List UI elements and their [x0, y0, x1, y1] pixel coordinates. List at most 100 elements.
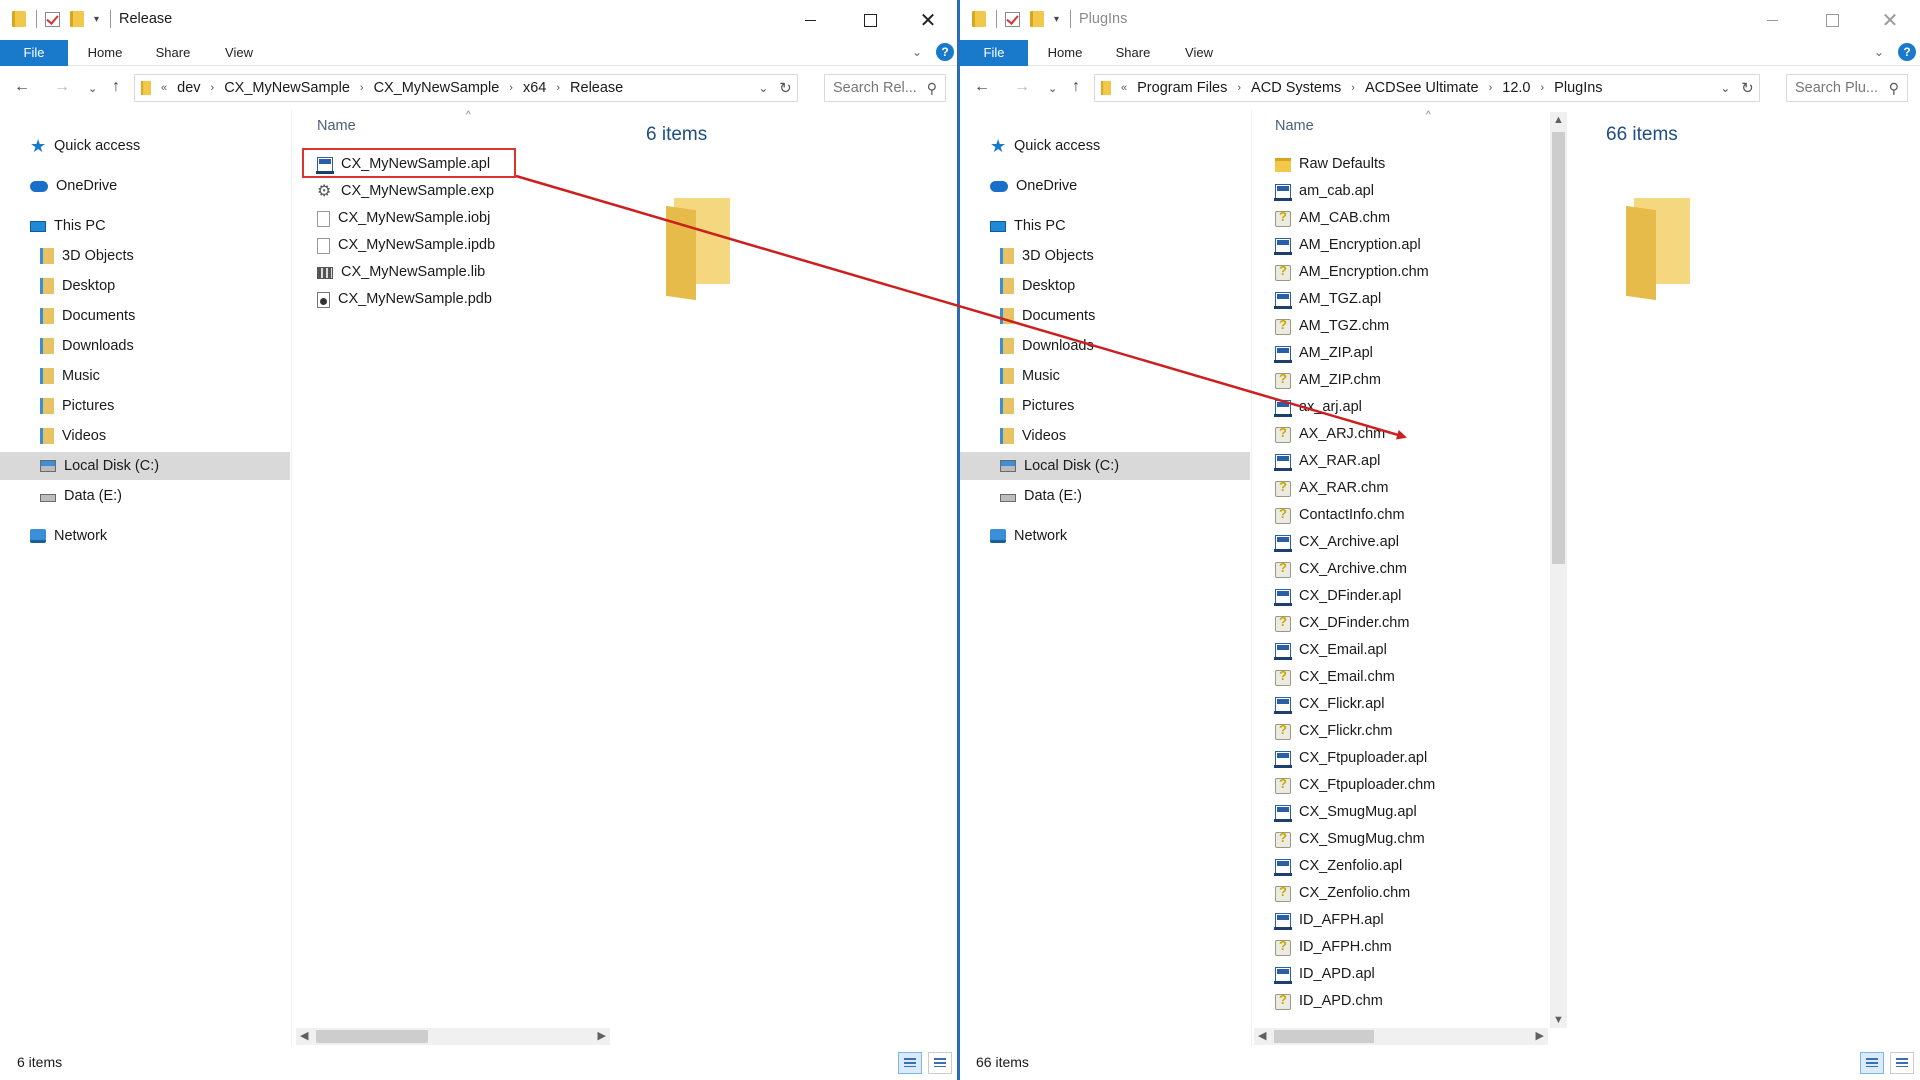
sidebar-item-pictures[interactable]: Pictures — [1000, 392, 1074, 420]
overflow-icon[interactable]: « — [161, 82, 167, 94]
chevron-right-icon[interactable]: › — [509, 82, 513, 94]
tab-view[interactable]: View — [214, 40, 264, 66]
large-icons-view-icon[interactable] — [928, 1052, 952, 1074]
sidebar-item-local-disk-c[interactable]: Local Disk (C:) — [0, 452, 290, 480]
list-item[interactable]: CX_MyNewSample.lib — [317, 259, 485, 286]
sidebar-item-music[interactable]: Music — [1000, 362, 1060, 390]
chevron-right-icon[interactable]: › — [1489, 82, 1493, 94]
column-header-name[interactable]: Name — [317, 118, 356, 134]
list-item[interactable]: ax_arj.apl — [1274, 394, 1362, 421]
sidebar-item-this-pc[interactable]: This PC — [30, 212, 106, 240]
list-item[interactable]: AX_RAR.apl — [1274, 448, 1380, 475]
list-item[interactable]: CX_DFinder.apl — [1274, 583, 1401, 610]
properties-icon[interactable] — [1005, 11, 1020, 27]
list-item[interactable]: CX_Flickr.chm — [1275, 718, 1392, 745]
sidebar-item-data-e[interactable]: Data (E:) — [1000, 482, 1082, 510]
breadcrumb-item[interactable]: Release — [570, 80, 623, 96]
sidebar-item-network[interactable]: Network — [990, 522, 1067, 550]
scroll-left-icon[interactable]: ◀ — [300, 1028, 308, 1045]
search-input[interactable]: Search Plu... ⚲ — [1786, 74, 1908, 102]
refresh-icon[interactable]: ↻ — [1741, 79, 1754, 97]
chevron-down-icon[interactable]: ▾ — [94, 14, 104, 25]
recent-locations-icon[interactable]: ⌄ — [88, 82, 97, 95]
sidebar-item-3d-objects[interactable]: 3D Objects — [40, 242, 134, 270]
sidebar-item-music[interactable]: Music — [40, 362, 100, 390]
list-item[interactable]: AM_Encryption.apl — [1274, 232, 1421, 259]
sidebar-item-downloads[interactable]: Downloads — [1000, 332, 1094, 360]
tab-home[interactable]: Home — [1040, 40, 1090, 66]
chevron-right-icon[interactable]: › — [1541, 82, 1545, 94]
list-item[interactable]: CX_SmugMug.apl — [1274, 799, 1417, 826]
new-folder-icon[interactable] — [1030, 11, 1044, 27]
breadcrumb-item[interactable]: Program Files — [1137, 80, 1227, 96]
back-arrow-icon[interactable]: ← — [14, 78, 30, 96]
chevron-down-icon[interactable]: ▾ — [1054, 14, 1064, 25]
refresh-icon[interactable]: ↻ — [779, 79, 792, 97]
sidebar-item-this-pc[interactable]: This PC — [990, 212, 1066, 240]
breadcrumb-item[interactable]: ACDSee Ultimate — [1365, 80, 1479, 96]
list-item[interactable]: CX_Zenfolio.chm — [1275, 880, 1410, 907]
horizontal-scrollbar[interactable]: ◀ ▶ — [296, 1028, 610, 1045]
scroll-left-icon[interactable]: ◀ — [1258, 1028, 1266, 1045]
tab-share[interactable]: Share — [1108, 40, 1158, 66]
list-item[interactable]: AM_ZIP.apl — [1274, 340, 1373, 367]
sidebar-item-desktop[interactable]: Desktop — [1000, 272, 1075, 300]
list-item[interactable]: ID_AFPH.apl — [1274, 907, 1384, 934]
list-item[interactable]: AM_Encryption.chm — [1275, 259, 1429, 286]
sidebar-item-quick-access[interactable]: ★ Quick access — [30, 132, 140, 160]
maximize-button[interactable] — [842, 0, 898, 40]
tab-view[interactable]: View — [1174, 40, 1224, 66]
sidebar-item-documents[interactable]: Documents — [1000, 302, 1095, 330]
sidebar-item-desktop[interactable]: Desktop — [40, 272, 115, 300]
address-bar[interactable]: « dev › CX_MyNewSample › CX_MyNewSample … — [134, 74, 798, 102]
up-arrow-icon[interactable]: ↑ — [1072, 78, 1080, 96]
list-item[interactable]: CX_DFinder.chm — [1275, 610, 1409, 637]
chevron-right-icon[interactable]: › — [556, 82, 560, 94]
list-item[interactable]: CX_Ftpuploader.chm — [1275, 772, 1435, 799]
details-view-icon[interactable] — [898, 1052, 922, 1074]
breadcrumb-item[interactable]: x64 — [523, 80, 546, 96]
properties-icon[interactable] — [45, 11, 60, 27]
sidebar-item-documents[interactable]: Documents — [40, 302, 135, 330]
vertical-scrollbar[interactable]: ▲ ▼ — [1550, 112, 1567, 1028]
list-item[interactable]: AM_TGZ.apl — [1274, 286, 1381, 313]
list-item[interactable]: ID_APD.apl — [1274, 961, 1375, 988]
sidebar-item-videos[interactable]: Videos — [1000, 422, 1066, 450]
expand-ribbon-icon[interactable]: ⌄ — [1874, 45, 1884, 59]
sidebar-item-pictures[interactable]: Pictures — [40, 392, 114, 420]
help-icon[interactable]: ? — [936, 43, 954, 61]
horizontal-scrollbar[interactable]: ◀ ▶ — [1254, 1028, 1548, 1045]
scroll-up-icon[interactable]: ▲ — [1553, 114, 1564, 126]
address-bar[interactable]: « Program Files › ACD Systems › ACDSee U… — [1094, 74, 1760, 102]
forward-arrow-icon[interactable]: → — [1014, 78, 1030, 96]
breadcrumb-item[interactable]: dev — [177, 80, 200, 96]
close-button[interactable]: ✕ — [900, 0, 956, 40]
breadcrumb-item[interactable]: CX_MyNewSample — [374, 80, 500, 96]
chevron-right-icon[interactable]: › — [1237, 82, 1241, 94]
list-item[interactable]: CX_Archive.chm — [1275, 556, 1407, 583]
sidebar-item-onedrive[interactable]: OneDrive — [990, 172, 1077, 200]
chevron-down-icon[interactable]: ⌄ — [1720, 81, 1730, 95]
sidebar-item-videos[interactable]: Videos — [40, 422, 106, 450]
overflow-icon[interactable]: « — [1121, 82, 1127, 94]
list-item[interactable]: CX_Zenfolio.apl — [1274, 853, 1402, 880]
forward-arrow-icon[interactable]: → — [54, 78, 70, 96]
sidebar-item-onedrive[interactable]: OneDrive — [30, 172, 117, 200]
sidebar-item-downloads[interactable]: Downloads — [40, 332, 134, 360]
tab-file[interactable]: File — [0, 40, 68, 66]
list-item[interactable]: ID_AFPH.chm — [1275, 934, 1392, 961]
breadcrumb-item[interactable]: ACD Systems — [1251, 80, 1341, 96]
chevron-right-icon[interactable]: › — [211, 82, 215, 94]
sidebar-item-3d-objects[interactable]: 3D Objects — [1000, 242, 1094, 270]
chevron-right-icon[interactable]: › — [1351, 82, 1355, 94]
list-item[interactable]: CX_MyNewSample.iobj — [317, 205, 490, 232]
sidebar-item-local-disk-c[interactable]: Local Disk (C:) — [960, 452, 1250, 480]
sidebar-item-quick-access[interactable]: ★ Quick access — [990, 132, 1100, 160]
details-view-icon[interactable] — [1860, 1052, 1884, 1074]
tab-share[interactable]: Share — [148, 40, 198, 66]
recent-locations-icon[interactable]: ⌄ — [1048, 82, 1057, 95]
up-arrow-icon[interactable]: ↑ — [112, 78, 120, 96]
scrollbar-thumb[interactable] — [316, 1030, 428, 1043]
maximize-button[interactable] — [1804, 0, 1860, 40]
list-item[interactable]: ⚙ CX_MyNewSample.exp — [317, 178, 494, 205]
